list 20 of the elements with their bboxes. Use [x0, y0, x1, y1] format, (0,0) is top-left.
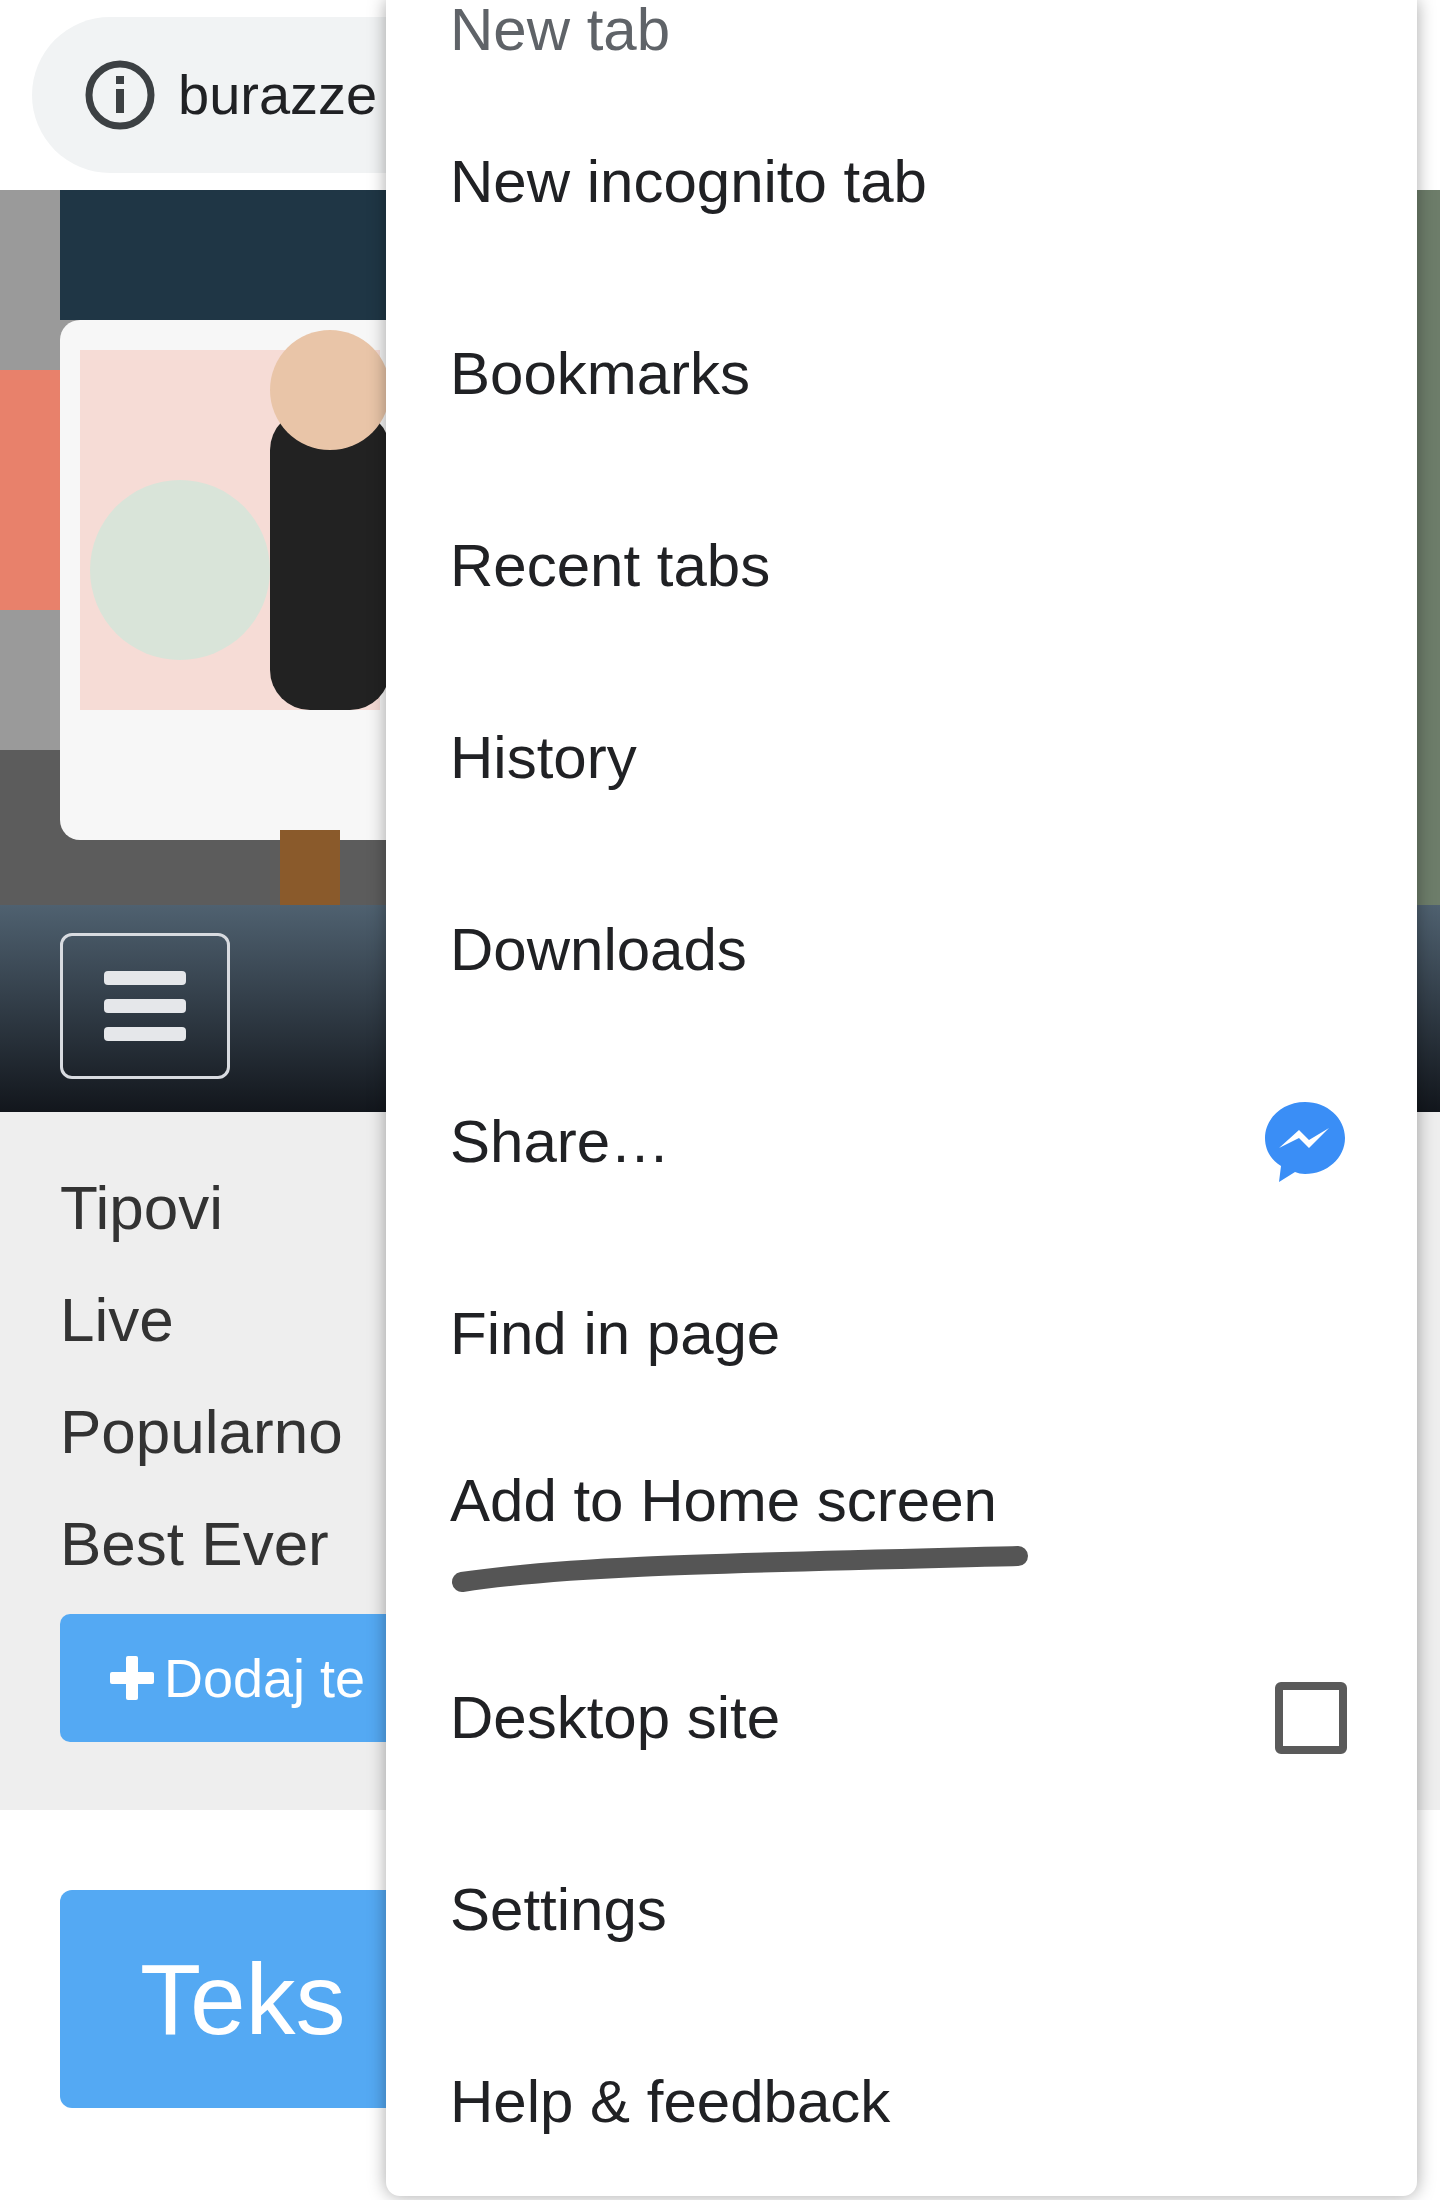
menu-item[interactable]: Downloads — [450, 905, 747, 995]
menu-item[interactable]: Find in page — [450, 1289, 781, 1379]
checkbox[interactable] — [1275, 1682, 1347, 1754]
menu-item[interactable]: History — [450, 713, 637, 803]
menu-item[interactable]: Settings — [450, 1865, 667, 1955]
menu-item[interactable]: Bookmarks — [450, 329, 751, 419]
nav-link[interactable]: Best Ever — [60, 1488, 329, 1600]
plus-icon — [110, 1656, 154, 1700]
messenger-icon[interactable] — [1263, 1100, 1347, 1184]
menu-item[interactable]: Desktop site — [450, 1673, 781, 1763]
menu-item[interactable]: Recent tabs — [450, 521, 771, 611]
menu-item[interactable]: Add to Home screen — [450, 1456, 997, 1546]
menu-item[interactable]: Share… — [450, 1097, 671, 1187]
nav-link[interactable]: Popularno — [60, 1376, 343, 1488]
menu-button[interactable] — [60, 933, 230, 1079]
nav-link[interactable]: Tipovi — [60, 1152, 224, 1264]
menu-item[interactable]: Help & feedback — [450, 2057, 891, 2147]
url-text: burazze — [178, 62, 378, 128]
nav-link[interactable]: Live — [60, 1264, 174, 1376]
info-icon[interactable] — [84, 59, 156, 131]
